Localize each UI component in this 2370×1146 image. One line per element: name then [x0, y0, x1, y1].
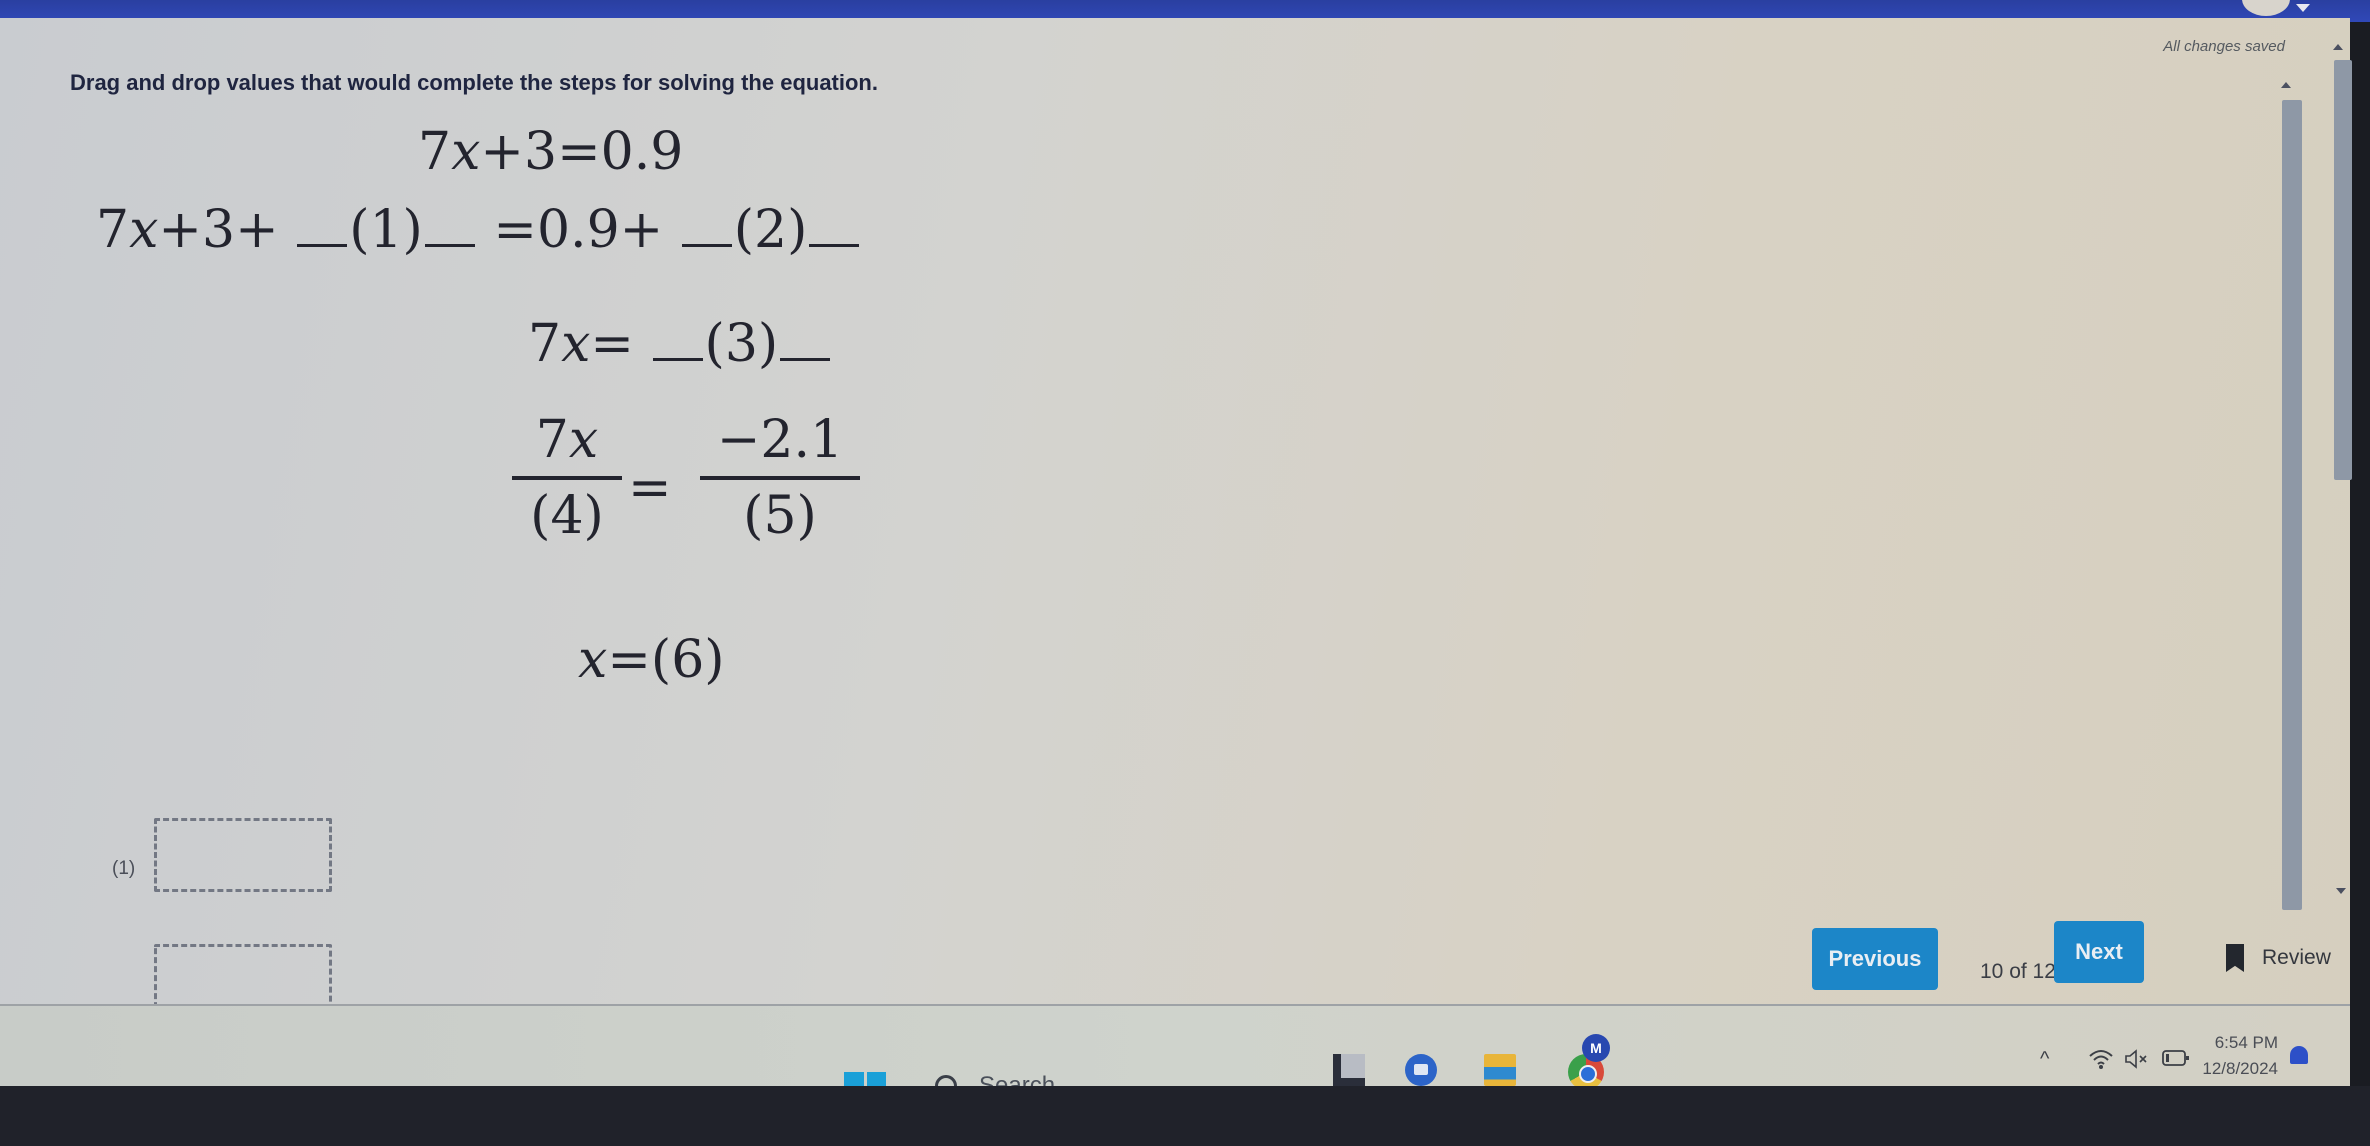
variable: x	[568, 410, 599, 470]
equals-sign: =	[607, 630, 651, 690]
clock-time: 6:54 PM	[2214, 1033, 2278, 1052]
fraction-left-numerator: 7x	[512, 410, 622, 476]
blank-underline	[297, 244, 348, 247]
drop-target-1[interactable]	[154, 818, 332, 892]
equation-line-5: x=(6)	[578, 630, 725, 690]
fraction-left: 7x (4)	[512, 410, 622, 546]
fraction-right-numerator: −2.1	[716, 410, 844, 470]
variable: x	[129, 200, 159, 260]
blank-3: (3)	[704, 314, 779, 374]
chrome-profile-badge: M	[1582, 1034, 1610, 1062]
coef: 7	[535, 410, 569, 470]
file-explorer-icon[interactable]	[1333, 1054, 1365, 1086]
blank-underline	[652, 358, 703, 361]
question-counter: 10 of 12	[1980, 960, 2056, 983]
drop-target-label-1: (1)	[112, 858, 136, 879]
inner-scroll-down-icon[interactable]	[2336, 888, 2346, 894]
variable: x	[561, 314, 591, 374]
blank-6: (6)	[650, 630, 725, 690]
equation-line-2: 7x+3+ (1) =0.9+ (2)	[96, 200, 861, 260]
equation-rest: +3=0.9	[480, 122, 684, 182]
system-clock[interactable]: 6:54 PM 12/8/2024	[2202, 1030, 2278, 1082]
blank-4: (4)	[530, 486, 604, 546]
equation-middle: =0.9+	[493, 200, 664, 260]
coef: 7	[96, 200, 130, 260]
taskbar: Search M ^ 6:54 PM 12/8/2024	[0, 1006, 2350, 1120]
review-label: Review	[2262, 946, 2331, 969]
equals-sign: =	[628, 458, 672, 518]
wifi-icon[interactable]	[2088, 1048, 2114, 1076]
screen-bezel	[0, 1086, 2370, 1146]
blank-underline	[424, 244, 475, 247]
variable: x	[578, 630, 608, 690]
inner-scrollbar[interactable]	[2282, 100, 2302, 910]
clock-date: 12/8/2024	[2202, 1059, 2278, 1078]
blank-underline	[681, 244, 732, 247]
blank-1: (1)	[349, 200, 423, 260]
bookmark-icon	[2226, 944, 2244, 972]
coef: 7	[418, 122, 452, 182]
question-instructions: Drag and drop values that would complete…	[70, 70, 878, 95]
outer-scrollbar[interactable]	[2334, 60, 2352, 480]
blank-underline	[809, 244, 860, 247]
account-dropdown-icon[interactable]	[2296, 4, 2310, 12]
blank-2: (2)	[733, 200, 808, 260]
save-status: All changes saved	[2163, 38, 2285, 55]
volume-muted-icon[interactable]	[2124, 1048, 2150, 1076]
blank-5: (5)	[743, 486, 817, 546]
equation-line-3: 7x= (3)	[528, 314, 832, 374]
blank-underline	[780, 358, 831, 361]
battery-icon[interactable]	[2162, 1048, 2190, 1074]
notification-bell-icon[interactable]	[2290, 1046, 2308, 1064]
outer-scroll-up-icon[interactable]	[2333, 44, 2343, 50]
next-button[interactable]: Next	[2054, 921, 2144, 983]
equals-sign: =	[590, 314, 634, 374]
show-hidden-icons-chevron-icon[interactable]: ^	[2040, 1048, 2049, 1071]
previous-button[interactable]: Previous	[1812, 928, 1938, 990]
coef: 7	[528, 314, 562, 374]
review-button[interactable]: Review	[2226, 944, 2331, 972]
question-panel: All changes saved Drag and drop values t…	[0, 18, 2352, 1078]
google-meet-icon[interactable]	[1405, 1054, 1437, 1086]
fraction-right: −2.1 (5)	[700, 410, 860, 546]
equation-line-1: 7x+3=0.9	[418, 122, 683, 182]
inner-scroll-up-icon[interactable]	[2281, 82, 2291, 88]
files-folder-icon[interactable]	[1484, 1054, 1516, 1086]
equation-rest: +3+	[158, 200, 279, 260]
variable: x	[451, 122, 481, 182]
